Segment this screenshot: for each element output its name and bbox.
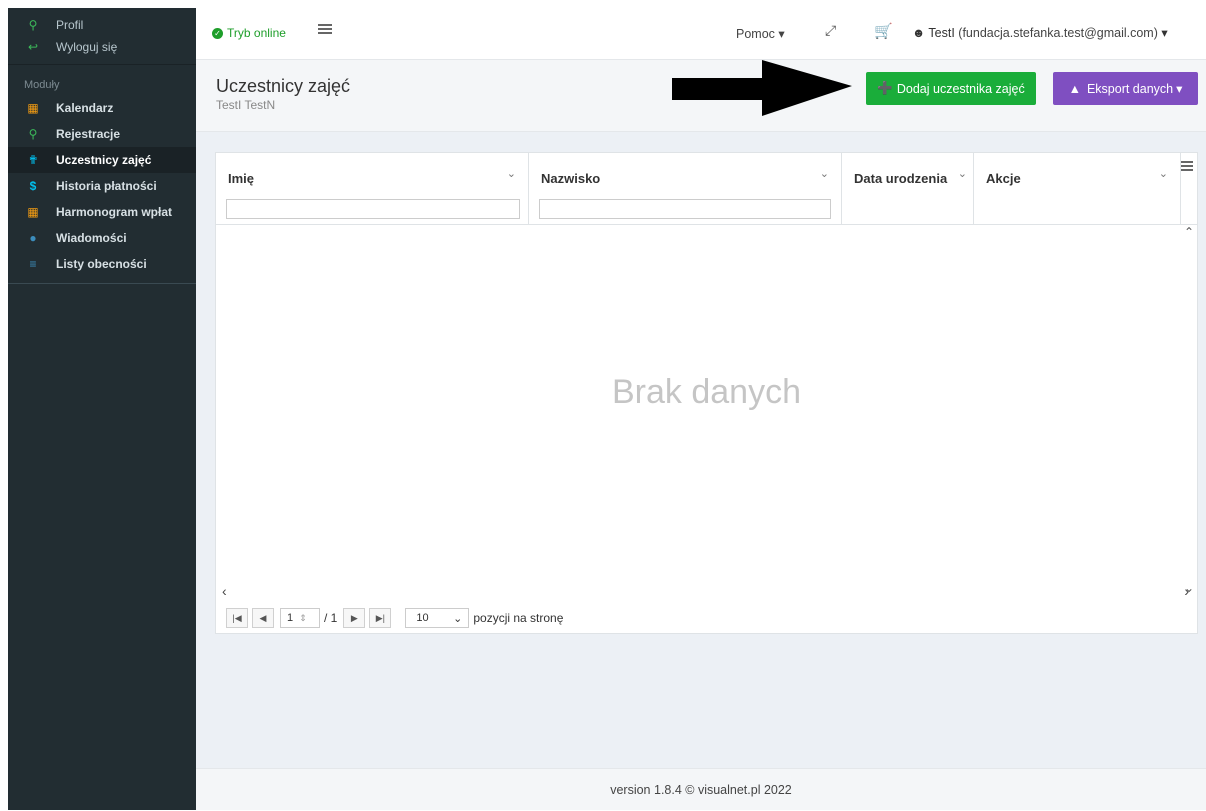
user-icon: ⚲ [28, 127, 38, 141]
sidebar: ⚲ Profil ↩ Wyloguj się Moduły ▦ Kalendar… [8, 8, 196, 810]
sidebar-modules: ▦ Kalendarz ⚲ Rejestracje ✟ Uczestnicy z… [8, 95, 196, 284]
page-number-value: 1 [287, 612, 294, 624]
chevron-down-icon[interactable]: ⌄ [820, 167, 829, 180]
chevron-down-icon[interactable]: ⌄ [1159, 167, 1168, 180]
help-menu[interactable]: Pomoc ▾ [736, 26, 785, 41]
chevron-down-icon[interactable]: ⌄ [958, 167, 967, 180]
calendar-icon: ▦ [27, 205, 39, 219]
user-name: TestI [928, 26, 955, 40]
sidebar-item-label: Wyloguj się [56, 40, 118, 54]
first-page-button[interactable]: |◀ [226, 608, 248, 628]
export-data-label: Eksport danych [1086, 81, 1174, 96]
logout-icon: ↩ [27, 40, 39, 54]
export-data-button[interactable]: ▲ Eksport danych ▾ [1053, 72, 1198, 105]
dollar-icon: $ [29, 179, 37, 193]
cart-icon[interactable]: 🛒 [874, 22, 893, 40]
user-email: (fundacja.stefanka.test@gmail.com) [958, 26, 1158, 40]
scroll-right-icon[interactable]: › [1184, 583, 1189, 599]
grid-body: Brak danych ⌃ ⌄ ‹ › [216, 225, 1197, 603]
chat-icon: ● [29, 231, 37, 245]
page-total: / 1 [324, 611, 338, 625]
footer: version 1.8.4 © visualnet.pl 2022 [196, 768, 1206, 810]
caret-down-icon: ▾ [1161, 26, 1168, 40]
scroll-up-icon[interactable]: ⌃ [1181, 225, 1197, 239]
sidebar-item-harmonogram[interactable]: ▦ Harmonogram wpłat [8, 199, 196, 225]
empty-state-text: Brak danych [612, 373, 801, 411]
sidebar-item-logout[interactable]: ↩ Wyloguj się [8, 36, 196, 58]
filter-nazwisko-input[interactable] [539, 199, 831, 219]
sidebar-item-label: Rejestracje [56, 127, 121, 141]
column-header: Nazwisko [541, 171, 601, 186]
column-header: Imię [228, 171, 255, 186]
sidebar-item-label: Historia płatności [56, 179, 157, 193]
list-icon: ≡ [29, 257, 37, 271]
sidebar-item-kalendarz[interactable]: ▦ Kalendarz [8, 95, 196, 121]
user-icon: ⚲ [28, 18, 38, 32]
pager: |◀ ◀ 1 ⇕ / 1 ▶ ▶| 10 ⌄ pozycji na stronę [216, 603, 1197, 633]
spinner-icon[interactable]: ⇕ [299, 613, 307, 624]
page-size-select[interactable]: 10 ⌄ [405, 608, 470, 628]
sidebar-item-label: Profil [56, 18, 84, 32]
chevron-down-icon: ⌄ [453, 612, 463, 625]
check-circle-icon: ✓ [212, 27, 223, 39]
sidebar-item-rejestracje[interactable]: ⚲ Rejestracje [8, 121, 196, 147]
online-status: ✓ Tryb online [212, 26, 286, 40]
fullscreen-icon[interactable]: ⤢ [825, 22, 836, 39]
column-imie[interactable]: Imię ⌄ [216, 153, 529, 225]
page-number-input[interactable]: 1 ⇕ [280, 608, 320, 628]
content-header: Uczestnicy zajęć TestI TestN ➕ Dodaj ucz… [196, 60, 1206, 132]
pointer-arrow-icon [672, 60, 852, 116]
sidebar-item-historia-platnosci[interactable]: $ Historia płatności [8, 173, 196, 199]
user-menu[interactable]: ☻ TestI (fundacja.stefanka.test@gmail.co… [912, 25, 1168, 40]
sidebar-item-profil[interactable]: ⚲ Profil [8, 14, 196, 36]
help-label: Pomoc [736, 27, 775, 41]
app-frame: ⚲ Profil ↩ Wyloguj się Moduły ▦ Kalendar… [8, 8, 1206, 810]
scroll-left-icon[interactable]: ‹ [222, 583, 227, 599]
sidebar-item-wiadomosci[interactable]: ● Wiadomości [8, 225, 196, 251]
export-icon: ▲ [1068, 81, 1081, 96]
last-page-button[interactable]: ▶| [369, 608, 392, 628]
chevron-down-icon[interactable]: ⌄ [507, 167, 516, 180]
sidebar-item-label: Uczestnicy zajęć [56, 153, 152, 167]
next-page-button[interactable]: ▶ [343, 608, 366, 628]
prev-page-button[interactable]: ◀ [252, 608, 274, 628]
add-participant-button[interactable]: ➕ Dodaj uczestnika zajęć [866, 72, 1036, 105]
page-size-label: pozycji na stronę [473, 611, 564, 625]
user-avatar-icon: ☻ [912, 26, 926, 40]
online-status-label: Tryb online [227, 26, 286, 40]
topbar: ✓ Tryb online Pomoc ▾ ⤢ 🛒 ☻ TestI (funda… [196, 8, 1206, 60]
page-subtitle: TestI TestN [216, 98, 276, 112]
sidebar-item-label: Kalendarz [56, 101, 114, 115]
grid-header: Imię ⌄ Nazwisko ⌄ Data urodzenia ⌄ Akcje… [216, 153, 1197, 225]
sidebar-item-label: Wiadomości [56, 231, 127, 245]
column-akcje[interactable]: Akcje ⌄ [974, 153, 1181, 225]
sidebar-item-uczestnicy[interactable]: ✟ Uczestnicy zajęć [8, 147, 196, 173]
column-nazwisko[interactable]: Nazwisko ⌄ [529, 153, 842, 225]
column-header: Data urodzenia [854, 171, 948, 186]
sidebar-account: ⚲ Profil ↩ Wyloguj się [8, 8, 196, 65]
data-grid: Imię ⌄ Nazwisko ⌄ Data urodzenia ⌄ Akcje… [215, 152, 1198, 634]
filter-imie-input[interactable] [226, 199, 520, 219]
sidebar-item-listy-obecnosci[interactable]: ≡ Listy obecności [8, 251, 196, 277]
sidebar-toggle-icon[interactable] [318, 24, 332, 36]
plus-circle-icon: ➕ [877, 81, 893, 95]
vertical-scrollbar[interactable]: ⌃ ⌄ [1181, 225, 1197, 595]
add-participant-label: Dodaj uczestnika zajęć [896, 81, 1025, 96]
column-data-urodzenia[interactable]: Data urodzenia ⌄ [842, 153, 974, 225]
caret-down-icon: ▾ [1176, 82, 1183, 96]
sidebar-section-label: Moduły [24, 79, 60, 91]
sidebar-item-label: Listy obecności [56, 257, 147, 271]
calendar-icon: ▦ [27, 101, 39, 115]
sidebar-item-label: Harmonogram wpłat [56, 205, 173, 219]
column-menu-icon[interactable] [1179, 159, 1195, 175]
column-header: Akcje [986, 171, 1021, 186]
page-title: Uczestnicy zajęć [216, 76, 351, 96]
caret-down-icon: ▾ [778, 27, 785, 41]
page-size-value: 10 [416, 612, 429, 624]
person-icon: ✟ [27, 153, 39, 167]
